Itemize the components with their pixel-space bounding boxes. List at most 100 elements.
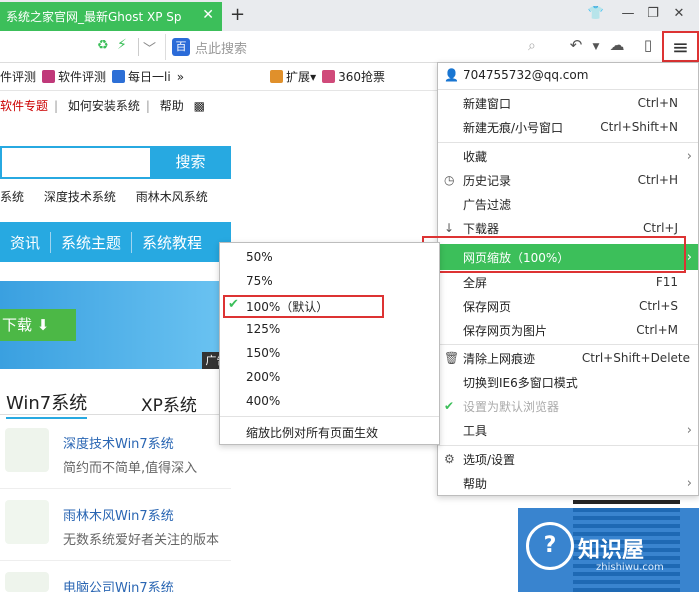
search-icon[interactable]: ⌕ bbox=[528, 38, 536, 54]
phone-icon[interactable]: ▯ bbox=[637, 36, 659, 54]
undo-dropdown-icon[interactable]: ▼ bbox=[585, 42, 607, 52]
main-menu-button[interactable]: ≡ bbox=[662, 31, 699, 62]
list-item-title[interactable]: 雨林木风Win7系统 bbox=[63, 505, 174, 524]
link-deepin-system[interactable]: 深度技术系统 bbox=[44, 190, 116, 204]
link-help[interactable]: 帮助 bbox=[160, 99, 184, 113]
bookmark-item[interactable]: 件评测 bbox=[0, 68, 36, 85]
bookmarks-overflow[interactable]: » bbox=[177, 70, 184, 84]
restore-icon[interactable]: ❐ bbox=[642, 6, 664, 21]
browser-tab[interactable]: 系统之家官网_最新Ghost XP Sp ✕ bbox=[0, 2, 222, 31]
divider bbox=[438, 445, 698, 446]
bookmark-item[interactable]: 扩展 ▾ bbox=[270, 68, 316, 85]
search-placeholder: 点此搜索 bbox=[195, 41, 248, 57]
zoom-75[interactable]: 75% bbox=[246, 274, 273, 288]
site-search-button[interactable]: 搜索 bbox=[150, 146, 231, 179]
bookmark-item[interactable]: 每日一li bbox=[112, 68, 171, 85]
bookmark-icon bbox=[112, 70, 126, 83]
nav-tutorials[interactable]: 系统教程 bbox=[132, 232, 212, 253]
extensions-icon bbox=[270, 70, 284, 83]
menu-fullscreen[interactable]: 全屏 F11 bbox=[438, 270, 698, 294]
divider bbox=[138, 38, 139, 56]
check-icon: ✔ bbox=[444, 399, 455, 413]
menu-set-default: ✔ 设置为默认浏览器 bbox=[444, 399, 560, 414]
tab-win7[interactable]: Win7系统 bbox=[6, 389, 88, 419]
divider bbox=[220, 416, 439, 417]
zoom-150[interactable]: 150% bbox=[246, 346, 280, 360]
list-item-desc: 无数系统爱好者关注的版本 bbox=[63, 533, 220, 548]
menu-new-incognito[interactable]: 新建无痕/小号窗口 Ctrl+Shift+N bbox=[438, 115, 698, 139]
tab-title: 系统之家官网_最新Ghost XP Sp bbox=[6, 10, 182, 24]
banner-download-button[interactable]: 下载 ⬇ bbox=[0, 309, 76, 341]
menu-save-page[interactable]: 保存网页 Ctrl+S bbox=[438, 294, 698, 318]
close-window-icon[interactable]: ✕ bbox=[668, 6, 690, 21]
tab-xp[interactable]: XP系统 bbox=[141, 391, 197, 416]
nav-themes[interactable]: 系统主题 bbox=[51, 231, 133, 253]
cloud-icon[interactable]: ☁ bbox=[606, 36, 628, 54]
speed-mode-icon[interactable]: ⚡ bbox=[117, 37, 127, 53]
system-links: 系统 深度技术系统 雨林木风系统 bbox=[0, 188, 224, 205]
undo-icon[interactable]: ↶ bbox=[565, 36, 587, 54]
divider bbox=[438, 89, 698, 90]
bookmark-icon bbox=[42, 70, 56, 83]
chevron-right-icon: › bbox=[686, 148, 692, 164]
new-tab-button[interactable]: + bbox=[230, 4, 245, 25]
link-software-topics[interactable]: 软件专题 bbox=[0, 99, 48, 113]
highlight-box bbox=[223, 295, 384, 318]
list-item-desc: 简约而不简单,值得深入 bbox=[63, 461, 198, 476]
menu-new-window[interactable]: 新建窗口 Ctrl+N bbox=[438, 91, 698, 115]
link-system[interactable]: 系统 bbox=[0, 190, 24, 204]
reload-compat-icon[interactable]: ♻ bbox=[97, 38, 109, 53]
zoom-submenu bbox=[219, 242, 440, 445]
download-icon: ↓ bbox=[444, 221, 455, 235]
tab-close-icon[interactable]: ✕ bbox=[202, 7, 214, 23]
zoom-400[interactable]: 400% bbox=[246, 394, 280, 408]
link-ylmf-system[interactable]: 雨林木风系统 bbox=[136, 190, 208, 204]
shirt-skin-icon[interactable]: 👕 bbox=[585, 6, 607, 21]
watermark-url: zhishiwu.com bbox=[596, 562, 664, 573]
baidu-logo-icon: 百 bbox=[172, 38, 190, 56]
trash-icon: 🗑 bbox=[444, 351, 460, 365]
menu-save-as-image[interactable]: 保存网页为图片 Ctrl+M bbox=[438, 318, 698, 342]
clock-icon: ◷ bbox=[444, 173, 455, 187]
menu-ie6-mode[interactable]: 切换到IE6多窗口模式 bbox=[438, 370, 698, 394]
menu-options[interactable]: ⚙ 选项/设置 bbox=[438, 447, 698, 471]
divider bbox=[438, 142, 698, 143]
menu-favorites[interactable]: 收藏 › bbox=[438, 144, 698, 168]
windows-logo-icon[interactable] bbox=[5, 572, 49, 592]
zoom-200[interactable]: 200% bbox=[246, 370, 280, 384]
divider bbox=[0, 488, 231, 489]
gear-icon: ⚙ bbox=[444, 452, 455, 466]
zoom-apply-all[interactable]: 缩放比例对所有页面生效 bbox=[246, 424, 378, 441]
menu-history[interactable]: ◷ 历史记录 Ctrl+H bbox=[438, 168, 698, 192]
menu-help[interactable]: 帮助 › bbox=[438, 471, 698, 495]
list-item-title[interactable]: 深度技术Win7系统 bbox=[63, 433, 174, 452]
top-links: 软件专题 | 如何安装系统 | 帮助 ▩ bbox=[0, 99, 205, 113]
divider bbox=[438, 344, 698, 345]
chevron-down-icon[interactable]: ﹀ bbox=[143, 38, 156, 57]
ylmf-logo-icon[interactable] bbox=[5, 500, 49, 544]
deepin-logo-icon[interactable] bbox=[5, 428, 49, 472]
bookmark-item[interactable]: 软件评测 bbox=[42, 68, 106, 85]
qr-mini-icon[interactable]: ▩ bbox=[194, 99, 205, 113]
user-icon: 👤 bbox=[444, 68, 459, 82]
link-install-system[interactable]: 如何安装系统 bbox=[68, 99, 140, 113]
menu-tools[interactable]: 工具 › bbox=[438, 418, 698, 442]
list-item-title[interactable]: 电脑公司Win7系统 bbox=[63, 577, 174, 592]
site-search-input[interactable] bbox=[0, 146, 150, 179]
bookmark-item[interactable]: 360抢票 bbox=[322, 68, 385, 85]
divider bbox=[0, 560, 231, 561]
highlight-box bbox=[422, 236, 686, 273]
chevron-right-icon: › bbox=[686, 422, 692, 438]
zoom-50[interactable]: 50% bbox=[246, 250, 273, 264]
chevron-right-icon: › bbox=[686, 475, 692, 491]
ticket-icon bbox=[322, 70, 336, 83]
account-item[interactable]: 👤 704755732@qq.com bbox=[438, 63, 698, 87]
minimize-icon[interactable]: — bbox=[617, 6, 639, 21]
hamburger-icon: ≡ bbox=[672, 34, 689, 59]
search-input[interactable]: 百 点此搜索 bbox=[165, 34, 550, 60]
menu-ad-filter[interactable]: 广告过滤 bbox=[438, 192, 698, 216]
zoom-125[interactable]: 125% bbox=[246, 322, 280, 336]
menu-clear-traces[interactable]: 🗑 清除上网痕迹 Ctrl+Shift+Delete bbox=[438, 346, 698, 370]
nav-news[interactable]: 资讯 bbox=[0, 231, 52, 253]
site-nav: 资讯 系统主题 系统教程 bbox=[0, 222, 231, 262]
